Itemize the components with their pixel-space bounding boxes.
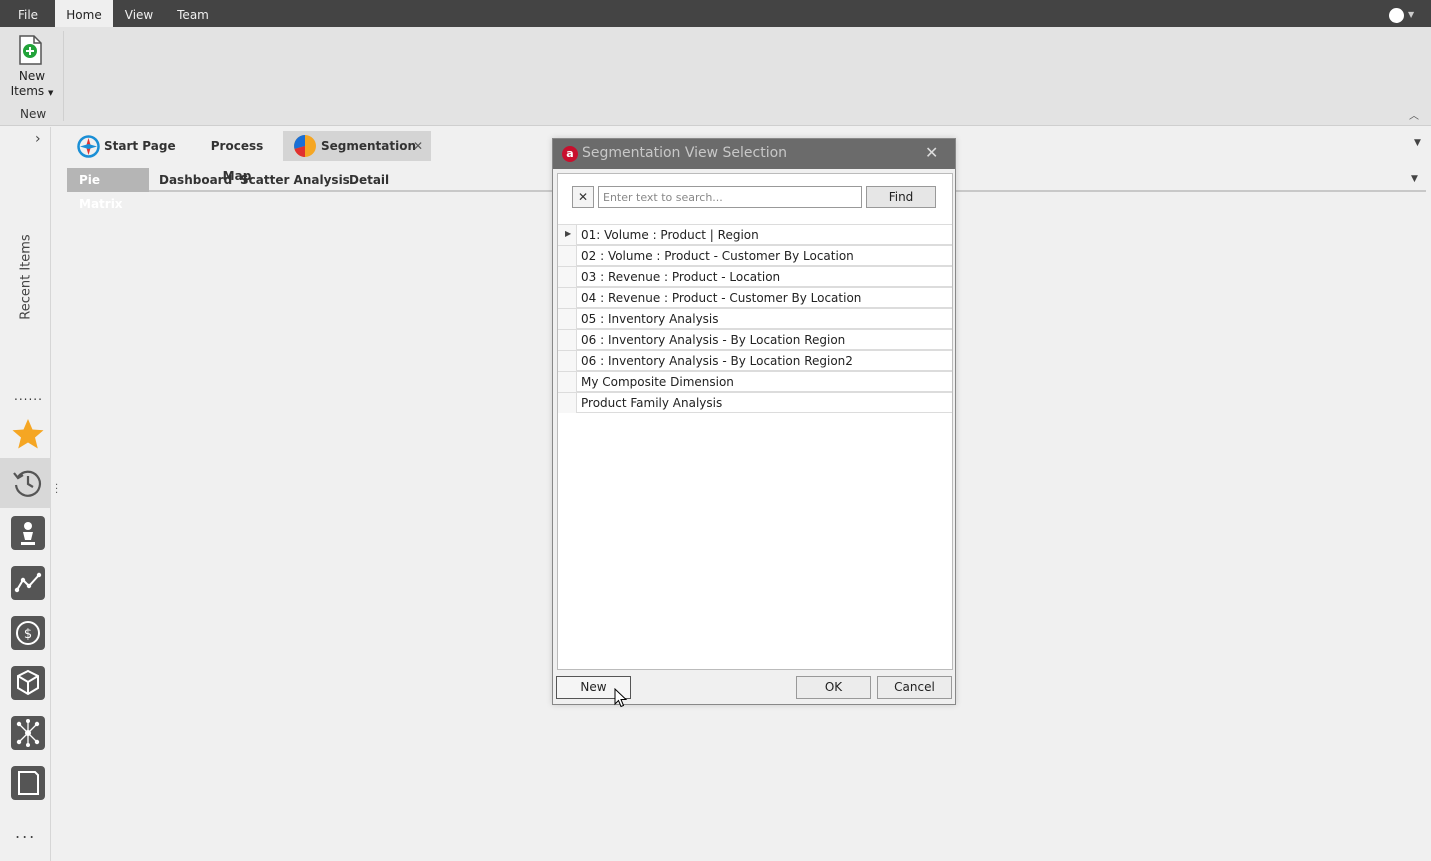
recent-items-label[interactable]: Recent Items <box>19 234 34 319</box>
network-icon[interactable] <box>11 716 45 750</box>
list-item[interactable]: 02 : Volume : Product - Customer By Loca… <box>558 245 952 266</box>
dialog-title: Segmentation View Selection <box>582 145 788 161</box>
list-item[interactable]: ▶ 01: Volume : Product | Region <box>558 224 952 245</box>
list-item-label: 05 : Inventory Analysis <box>581 312 719 326</box>
compass-icon <box>77 135 100 158</box>
dialog-title-bar[interactable]: a Segmentation View Selection ✕ <box>553 139 955 169</box>
new-items-label-2: Items ▼ <box>10 84 54 98</box>
list-item-label: 01: Volume : Product | Region <box>581 228 759 242</box>
list-item-label: 03 : Revenue : Product - Location <box>581 270 781 284</box>
user-avatar[interactable] <box>1389 8 1404 23</box>
list-item[interactable]: Product Family Analysis <box>558 392 952 413</box>
row-indicator: ▶ <box>558 225 577 245</box>
sidebar-resize-grip[interactable]: · · · <box>55 481 58 499</box>
svg-text:$: $ <box>24 627 32 642</box>
tab-detail[interactable]: Detail <box>337 168 401 192</box>
chevron-down-icon[interactable]: ▼ <box>1408 10 1414 19</box>
dialog-body: ✕ Find ▶ 01: Volume : Product | Region 0… <box>557 173 953 670</box>
row-indicator <box>558 267 577 287</box>
segmentation-view-dialog: a Segmentation View Selection ✕ ✕ Find ▶… <box>552 138 956 705</box>
chevron-right-icon[interactable]: › <box>35 131 41 147</box>
tab-process-map[interactable]: Process Map <box>195 131 279 183</box>
menu-file[interactable]: File <box>10 0 46 27</box>
menu-view[interactable]: View <box>118 0 160 27</box>
menu-home[interactable]: Home <box>55 0 113 27</box>
boxes-icon[interactable] <box>11 666 45 700</box>
tab-segmentation[interactable]: Segmentation ✕ <box>283 131 431 161</box>
new-document-icon <box>19 35 42 65</box>
line-chart-icon[interactable] <box>11 566 45 600</box>
tabs-dropdown-icon[interactable]: ▼ <box>1414 138 1421 148</box>
row-indicator <box>558 393 577 413</box>
row-indicator <box>558 288 577 308</box>
list-item-label: 02 : Volume : Product - Customer By Loca… <box>581 249 854 263</box>
subtabs-dropdown-icon[interactable]: ▼ <box>1411 174 1418 184</box>
ok-button[interactable]: OK <box>796 676 871 699</box>
sidebar: › Recent Items ...... $ ... <box>0 127 51 861</box>
list-item-label: 06 : Inventory Analysis - By Location Re… <box>581 333 846 347</box>
notebook-icon[interactable] <box>11 766 45 800</box>
close-icon[interactable]: ✕ <box>925 143 938 162</box>
ribbon: New Items ▼ New ︿ <box>0 27 1431 126</box>
list-item[interactable]: 06 : Inventory Analysis - By Location Re… <box>558 350 952 371</box>
new-items-label-1: New <box>18 69 46 83</box>
new-items-button[interactable]: New Items ▼ <box>8 31 56 101</box>
row-indicator <box>558 246 577 266</box>
pie-chart-icon <box>294 135 316 157</box>
find-button[interactable]: Find <box>866 186 936 208</box>
search-input[interactable] <box>598 186 862 208</box>
list-item[interactable]: My Composite Dimension <box>558 371 952 392</box>
history-icon[interactable] <box>11 466 45 500</box>
ribbon-separator <box>63 31 64 121</box>
list-item-label: 06 : Inventory Analysis - By Location Re… <box>581 354 853 368</box>
row-indicator <box>558 351 577 371</box>
menu-bar: File Home View Team ▼ <box>0 0 1431 27</box>
list-item[interactable]: 05 : Inventory Analysis <box>558 308 952 329</box>
row-indicator <box>558 372 577 392</box>
tab-pie-matrix[interactable]: Pie Matrix <box>67 168 149 211</box>
drag-handle[interactable]: ...... <box>14 389 43 403</box>
star-icon[interactable] <box>11 417 45 451</box>
row-indicator <box>558 330 577 350</box>
more-icon[interactable]: ... <box>15 823 36 842</box>
close-icon[interactable]: ✕ <box>413 131 423 161</box>
list-item-label: 04 : Revenue : Product - Customer By Loc… <box>581 291 862 305</box>
ribbon-group-label: New <box>20 107 47 121</box>
list-item[interactable]: 04 : Revenue : Product - Customer By Loc… <box>558 287 952 308</box>
dollar-cycle-icon[interactable]: $ <box>11 616 45 650</box>
tab-start-page[interactable]: Start Page <box>72 131 182 161</box>
list-item-label: My Composite Dimension <box>581 375 734 389</box>
chess-piece-icon[interactable] <box>11 516 45 550</box>
clear-search-button[interactable]: ✕ <box>572 186 594 208</box>
list-item[interactable]: 06 : Inventory Analysis - By Location Re… <box>558 329 952 350</box>
row-indicator <box>558 309 577 329</box>
mouse-cursor-icon <box>614 688 628 708</box>
list-item-label: Product Family Analysis <box>581 396 723 410</box>
app-logo-icon: a <box>562 146 578 162</box>
caret-right-icon: ▶ <box>565 229 572 238</box>
cancel-button[interactable]: Cancel <box>877 676 952 699</box>
list-item[interactable]: 03 : Revenue : Product - Location <box>558 266 952 287</box>
menu-team[interactable]: Team <box>170 0 216 27</box>
collapse-ribbon-icon[interactable]: ︿ <box>1409 107 1419 122</box>
